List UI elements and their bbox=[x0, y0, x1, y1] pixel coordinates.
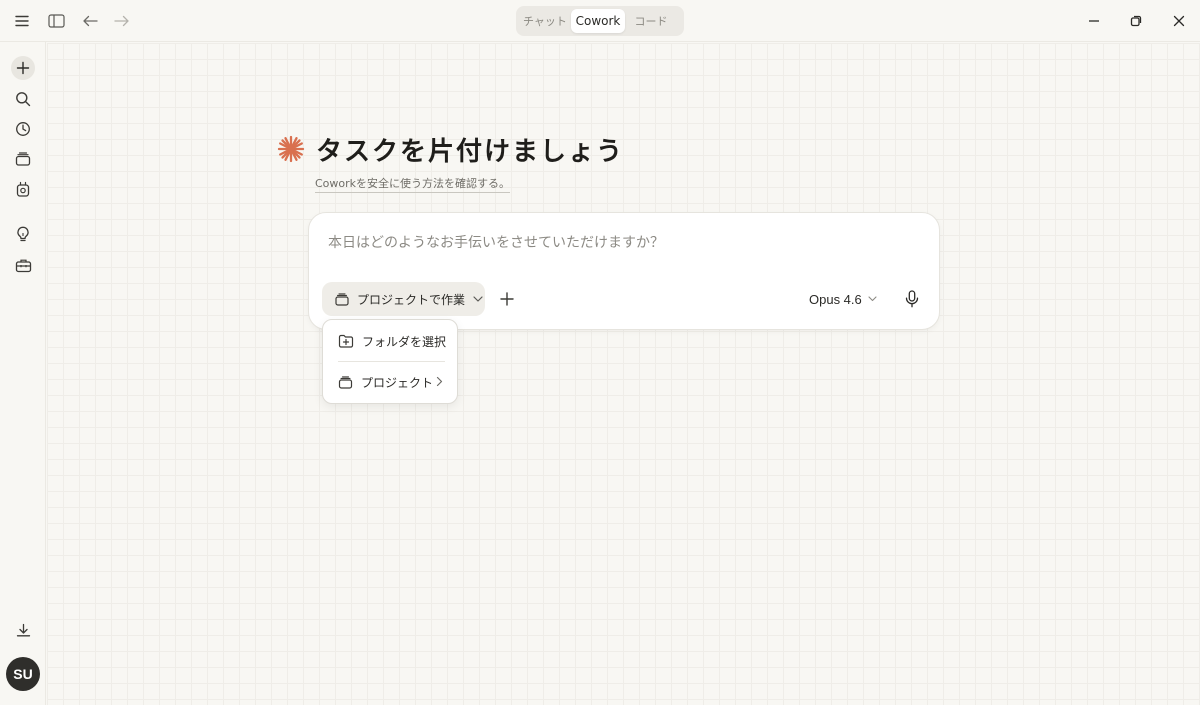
project-stack-icon bbox=[338, 375, 353, 389]
lightbulb-icon[interactable] bbox=[11, 222, 35, 246]
chevron-right-icon bbox=[436, 376, 443, 387]
folder-plus-icon bbox=[338, 334, 354, 348]
microphone-icon bbox=[905, 290, 919, 308]
model-label: Opus 4.6 bbox=[809, 291, 862, 307]
toolbox-icon[interactable] bbox=[11, 253, 35, 277]
menu-item-label: プロジェクト bbox=[361, 375, 434, 390]
menu-item-project[interactable]: プロジェクト bbox=[331, 367, 451, 397]
new-chat-plus-icon[interactable] bbox=[11, 56, 35, 80]
search-icon[interactable] bbox=[11, 87, 35, 111]
work-in-project-label: プロジェクトで作業 bbox=[357, 292, 466, 307]
minimize-icon[interactable] bbox=[1081, 8, 1107, 34]
download-icon[interactable] bbox=[11, 618, 35, 642]
claude-spark-icon bbox=[277, 135, 305, 163]
tab-cowork[interactable]: Cowork bbox=[571, 9, 625, 33]
menu-icon[interactable] bbox=[11, 10, 33, 32]
add-attachment-button[interactable] bbox=[495, 287, 519, 311]
sidebar: SU bbox=[0, 42, 46, 705]
microphone-button[interactable] bbox=[901, 287, 923, 311]
robot-icon[interactable] bbox=[11, 177, 35, 201]
work-in-project-button[interactable]: プロジェクトで作業 bbox=[322, 282, 485, 316]
message-input[interactable] bbox=[328, 231, 918, 255]
safety-guide-link[interactable]: Coworkを安全に使う方法を確認する。 bbox=[315, 175, 511, 193]
chevron-down-icon bbox=[473, 296, 483, 302]
project-dropdown-menu: フォルダを選択 プロジェクト bbox=[322, 319, 458, 404]
chevron-down-icon bbox=[868, 296, 877, 302]
projects-stack-icon[interactable] bbox=[11, 147, 35, 171]
mode-tabs: チャット Cowork コード bbox=[516, 6, 684, 36]
menu-item-select-folder[interactable]: フォルダを選択 bbox=[331, 326, 451, 356]
sidebar-toggle-icon[interactable] bbox=[45, 10, 67, 32]
tab-chat[interactable]: チャット bbox=[519, 9, 571, 33]
menu-item-label: フォルダを選択 bbox=[362, 334, 447, 349]
project-stack-icon bbox=[335, 292, 349, 306]
close-icon[interactable] bbox=[1166, 8, 1192, 34]
composer-box: プロジェクトで作業 Opus 4.6 bbox=[308, 212, 940, 330]
forward-arrow-icon[interactable] bbox=[111, 10, 133, 32]
menu-divider bbox=[338, 361, 445, 362]
plus-icon bbox=[500, 292, 514, 306]
title-bar: チャット Cowork コード bbox=[0, 0, 1200, 42]
page-heading: タスクを片付けましょう bbox=[277, 132, 625, 167]
back-arrow-icon[interactable] bbox=[79, 10, 101, 32]
model-selector[interactable]: Opus 4.6 bbox=[809, 289, 877, 309]
tab-code[interactable]: コード bbox=[625, 9, 677, 33]
history-clock-icon[interactable] bbox=[11, 117, 35, 141]
restore-icon[interactable] bbox=[1123, 8, 1149, 34]
avatar[interactable]: SU bbox=[6, 657, 40, 691]
page-title: タスクを片付けましょう bbox=[316, 136, 625, 167]
